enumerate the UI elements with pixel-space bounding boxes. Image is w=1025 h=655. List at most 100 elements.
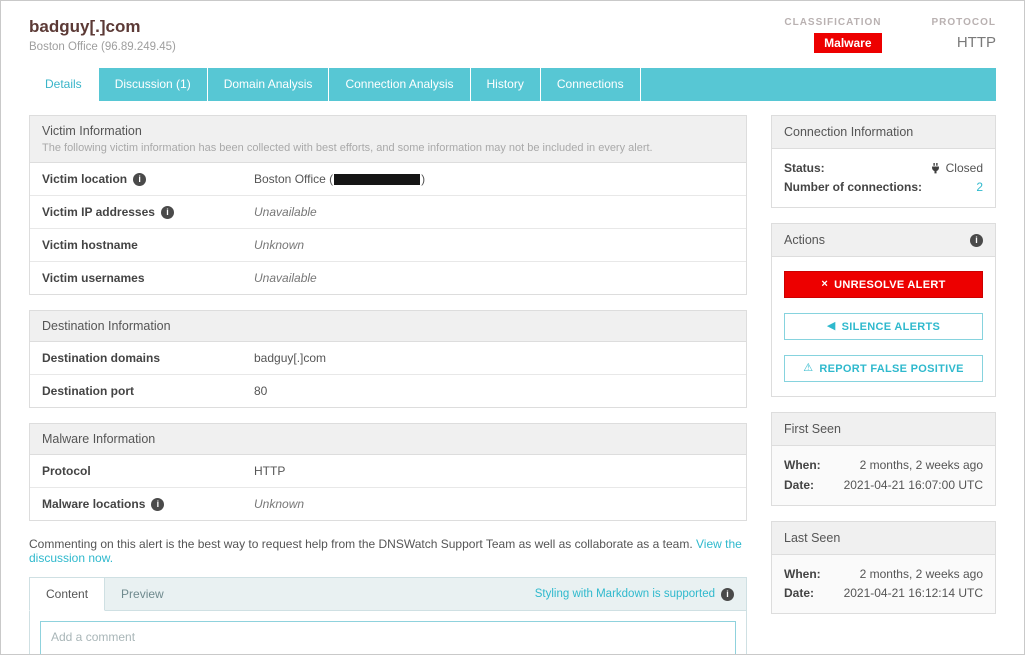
unresolve-alert-button[interactable]: × UNRESOLVE ALERT (784, 271, 983, 298)
victim-information-subtitle: The following victim information has bee… (42, 142, 734, 154)
table-row: Victim location i Boston Office () (30, 163, 746, 196)
status-label: Status: (784, 159, 825, 178)
last-seen-when-row: When: 2 months, 2 weeks ago (784, 565, 983, 584)
status-row: Status: Closed (784, 159, 983, 178)
row-label-text: Victim IP addresses (42, 205, 155, 219)
victim-information-panel: Victim Information The following victim … (29, 115, 747, 295)
when-value: 2 months, 2 weeks ago (860, 565, 983, 584)
actions-title: Actions (784, 233, 825, 247)
victim-location-value: Boston Office () (254, 172, 425, 186)
date-value: 2021-04-21 16:07:00 UTC (844, 476, 983, 495)
classification-block: CLASSIFICATION Malware (784, 17, 881, 53)
first-seen-panel: First Seen When: 2 months, 2 weeks ago D… (771, 412, 996, 505)
info-icon[interactable]: i (970, 234, 983, 247)
date-label: Date: (784, 476, 814, 495)
info-icon[interactable]: i (151, 498, 164, 511)
first-seen-date-row: Date: 2021-04-21 16:07:00 UTC (784, 476, 983, 495)
destination-port-value: 80 (254, 384, 267, 398)
first-seen-title: First Seen (784, 422, 841, 436)
tab-bar: Details Discussion (1) Domain Analysis C… (29, 68, 996, 101)
last-seen-header: Last Seen (772, 522, 995, 555)
date-label: Date: (784, 584, 814, 603)
destination-domains-value: badguy[.]com (254, 351, 326, 365)
table-row: Protocol HTTP (30, 455, 746, 488)
unresolve-alert-label: UNRESOLVE ALERT (834, 279, 945, 291)
row-label-text: Destination port (42, 384, 134, 398)
malware-locations-value: Unknown (254, 497, 304, 511)
info-icon[interactable]: i (721, 588, 734, 601)
comment-input[interactable] (40, 621, 736, 655)
discussion-prompt: Commenting on this alert is the best way… (29, 537, 747, 565)
title-block: badguy[.]com Boston Office (96.89.249.45… (29, 17, 176, 53)
connections-count-link[interactable]: 2 (976, 178, 983, 197)
tab-content[interactable]: Content (29, 577, 105, 611)
destination-information-header: Destination Information (30, 311, 746, 342)
report-false-positive-button[interactable]: ⚠ REPORT FALSE POSITIVE (784, 355, 983, 382)
report-false-positive-label: REPORT FALSE POSITIVE (819, 363, 963, 375)
date-value: 2021-04-21 16:12:14 UTC (844, 584, 983, 603)
info-icon[interactable]: i (133, 173, 146, 186)
table-row: Destination domains badguy[.]com (30, 342, 746, 375)
table-row: Victim hostname Unknown (30, 229, 746, 262)
plug-icon (930, 163, 941, 174)
tab-discussion[interactable]: Discussion (1) (99, 68, 208, 101)
last-seen-body: When: 2 months, 2 weeks ago Date: 2021-0… (772, 555, 995, 613)
status-value: Closed (930, 159, 983, 178)
destination-port-label: Destination port (42, 384, 254, 398)
tab-details[interactable]: Details (29, 68, 99, 101)
protocol-label: PROTOCOL (932, 17, 996, 28)
destination-information-panel: Destination Information Destination doma… (29, 310, 747, 408)
silence-alerts-button[interactable]: ◀ SILENCE ALERTS (784, 313, 983, 340)
row-label-text: Victim location (42, 172, 127, 186)
connections-label: Number of connections: (784, 178, 922, 197)
last-seen-title: Last Seen (784, 531, 840, 545)
victim-hostname-value: Unknown (254, 238, 304, 252)
classification-label: CLASSIFICATION (784, 17, 881, 28)
connection-information-panel: Connection Information Status: Closed (771, 115, 996, 208)
last-seen-date-row: Date: 2021-04-21 16:12:14 UTC (784, 584, 983, 603)
malware-information-title: Malware Information (42, 432, 734, 446)
protocol-row-value: HTTP (254, 464, 285, 478)
row-label-text: Destination domains (42, 351, 160, 365)
malware-information-panel: Malware Information Protocol HTTP Malwar… (29, 423, 747, 521)
actions-body: × UNRESOLVE ALERT ◀ SILENCE ALERTS ⚠ REP… (772, 257, 995, 396)
row-label-text: Victim hostname (42, 238, 138, 252)
comment-editor-body (30, 611, 746, 655)
protocol-row-label: Protocol (42, 464, 254, 478)
close-icon: × (821, 279, 828, 290)
row-label-text: Victim usernames (42, 271, 145, 285)
redacted-ip (334, 174, 420, 185)
victim-usernames-value: Unavailable (254, 271, 317, 285)
value-suffix: ) (421, 172, 425, 186)
first-seen-header: First Seen (772, 413, 995, 446)
tab-domain-analysis[interactable]: Domain Analysis (208, 68, 330, 101)
malware-information-header: Malware Information (30, 424, 746, 455)
main-column: Victim Information The following victim … (29, 115, 747, 655)
row-label-text: Malware locations (42, 497, 145, 511)
row-label-text: Protocol (42, 464, 91, 478)
tab-connection-analysis[interactable]: Connection Analysis (329, 68, 470, 101)
tab-history[interactable]: History (471, 68, 541, 101)
table-row: Victim IP addresses i Unavailable (30, 196, 746, 229)
comment-editor-tabs: Content Preview Styling with Markdown is… (30, 578, 746, 611)
page-header: badguy[.]com Boston Office (96.89.249.45… (1, 1, 1024, 53)
malware-locations-label: Malware locations i (42, 497, 254, 511)
mute-icon: ◀ (827, 321, 836, 332)
tab-preview[interactable]: Preview (105, 578, 180, 610)
dnswatch-alert-page: badguy[.]com Boston Office (96.89.249.45… (0, 0, 1025, 655)
destination-domains-label: Destination domains (42, 351, 254, 365)
actions-panel: Actions i × UNRESOLVE ALERT ◀ SILENCE AL… (771, 223, 996, 397)
silence-alerts-label: SILENCE ALERTS (842, 321, 941, 333)
when-label: When: (784, 456, 821, 475)
connections-row: Number of connections: 2 (784, 178, 983, 197)
status-value-text: Closed (946, 159, 983, 178)
victim-information-title: Victim Information (42, 124, 734, 138)
protocol-value: HTTP (932, 34, 996, 51)
info-icon[interactable]: i (161, 206, 174, 219)
side-column: Connection Information Status: Closed (771, 115, 996, 629)
victim-hostname-label: Victim hostname (42, 238, 254, 252)
victim-information-header: Victim Information The following victim … (30, 116, 746, 163)
victim-ip-value: Unavailable (254, 205, 317, 219)
page-subtitle: Boston Office (96.89.249.45) (29, 41, 176, 53)
tab-connections[interactable]: Connections (541, 68, 641, 101)
